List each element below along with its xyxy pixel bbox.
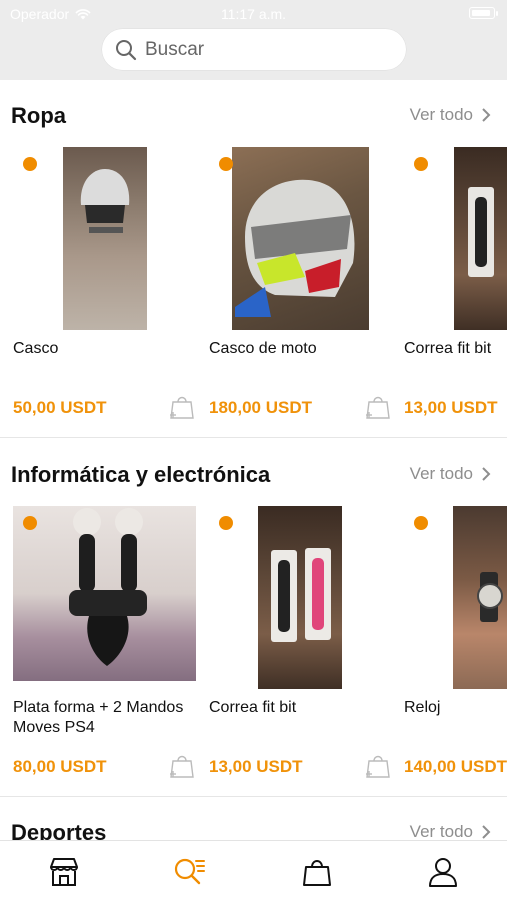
add-to-cart-icon[interactable] <box>364 750 392 780</box>
product-card[interactable]: Plata forma + 2 Mandos Moves PS4 80,00 U… <box>13 506 196 796</box>
status-dot <box>219 516 233 530</box>
see-all-link[interactable]: Ver todo <box>410 822 491 840</box>
section-informatica: Informática y electrónica Ver todo Plata… <box>0 438 507 797</box>
section-title: Ropa <box>11 103 66 128</box>
section-header: Ropa Ver todo <box>11 93 507 133</box>
product-carousel[interactable]: Plata forma + 2 Mandos Moves PS4 80,00 U… <box>13 506 507 796</box>
search-input[interactable] <box>145 38 385 61</box>
see-all-label: Ver todo <box>409 464 473 483</box>
product-price: 180,00 USDT <box>209 398 312 417</box>
add-to-cart-icon[interactable] <box>364 391 392 421</box>
product-title: Reloj <box>404 699 441 716</box>
product-price: 13,00 USDT <box>209 757 303 776</box>
status-dot <box>414 516 428 530</box>
product-price: 140,00 USDT <box>404 757 507 776</box>
section-title: Deportes <box>11 820 107 840</box>
product-card[interactable]: Casco 50,00 USDT <box>13 147 196 437</box>
search-bar[interactable] <box>102 29 406 70</box>
add-to-cart-icon[interactable] <box>168 391 196 421</box>
product-title: Correa fit bit <box>404 340 492 357</box>
product-image[interactable] <box>404 506 507 689</box>
profile-icon[interactable] <box>426 855 460 889</box>
product-image[interactable] <box>13 147 196 330</box>
product-price: 50,00 USDT <box>13 398 107 417</box>
bag-icon[interactable] <box>300 855 334 889</box>
see-all-label: Ver todo <box>409 105 473 124</box>
product-title: Casco <box>13 340 59 357</box>
status-dot <box>23 157 37 171</box>
product-price: 80,00 USDT <box>13 757 107 776</box>
see-all-label: Ver todo <box>409 822 473 840</box>
top-header: Operador 11:17 a.m. <box>0 0 507 80</box>
product-card[interactable]: Correa fit bit 13,00 USDT <box>404 147 507 437</box>
search-icon <box>116 39 137 60</box>
store-icon[interactable] <box>47 855 81 889</box>
section-title: Informática y electrónica <box>11 462 271 487</box>
chevron-right-icon <box>482 108 491 122</box>
product-title: Casco de moto <box>209 340 317 357</box>
chevron-right-icon <box>482 467 491 481</box>
product-image[interactable] <box>209 506 392 689</box>
product-title: Correa fit bit <box>209 699 297 716</box>
status-dot <box>219 157 233 171</box>
section-header: Informática y electrónica Ver todo <box>11 452 507 492</box>
search-list-icon[interactable] <box>172 855 206 889</box>
product-card[interactable]: Correa fit bit 13,00 USDT <box>209 506 392 796</box>
tab-bar <box>0 840 507 900</box>
product-title: Plata forma + 2 Mandos Moves PS4 <box>13 699 184 736</box>
add-to-cart-icon[interactable] <box>168 750 196 780</box>
status-dot <box>23 516 37 530</box>
battery-icon <box>469 7 498 19</box>
status-dot <box>414 157 428 171</box>
chevron-right-icon <box>482 825 491 839</box>
section-ropa: Ropa Ver todo Casco 50,00 USDT Casco de … <box>0 80 507 438</box>
section-deportes: Deportes Ver todo <box>0 797 507 840</box>
product-price: 13,00 USDT <box>404 398 498 417</box>
product-image[interactable] <box>13 506 196 689</box>
product-image[interactable] <box>209 147 392 330</box>
see-all-link[interactable]: Ver todo <box>410 105 491 125</box>
product-card[interactable]: Casco de moto 180,00 USDT <box>209 147 392 437</box>
product-image[interactable] <box>404 147 507 330</box>
product-card[interactable]: Reloj 140,00 USDT <box>404 506 507 796</box>
section-header: Deportes Ver todo <box>11 810 507 840</box>
status-time: 11:17 a.m. <box>220 6 287 22</box>
content-scroll[interactable]: Ropa Ver todo Casco 50,00 USDT Casco de … <box>0 80 507 840</box>
product-carousel[interactable]: Casco 50,00 USDT Casco de moto 180,00 US… <box>13 147 507 437</box>
status-bar: Operador 11:17 a.m. <box>0 0 507 28</box>
see-all-link[interactable]: Ver todo <box>410 464 491 484</box>
